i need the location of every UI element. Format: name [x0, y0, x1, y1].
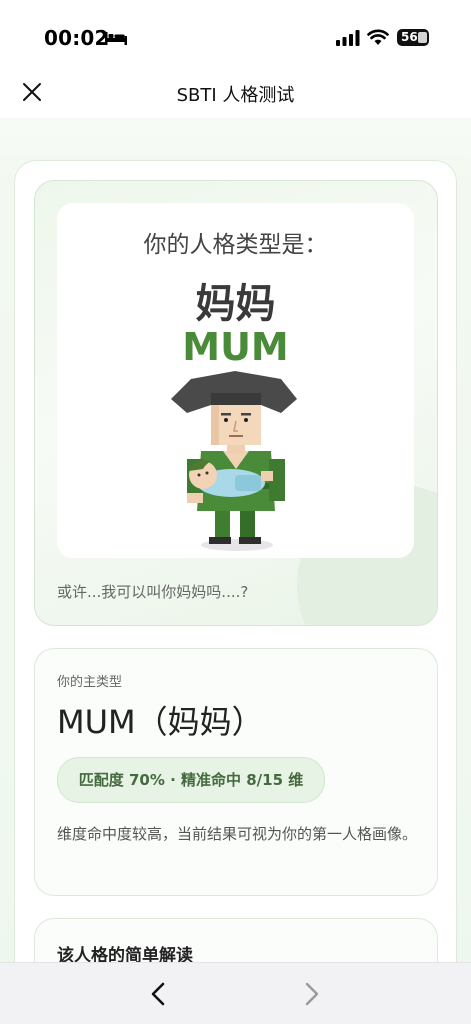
result-card: 你的人格类型是： 妈妈 MUM 或许...我可以叫你妈妈吗....?	[34, 180, 438, 626]
result-panel: 你的人格类型是： 妈妈 MUM	[57, 203, 414, 558]
main-type-description: 维度命中度较高，当前结果可视为你的第一人格画像。	[57, 825, 418, 843]
battery-icon: 56	[397, 29, 429, 46]
personality-type-en: MUM	[182, 325, 289, 369]
cellular-signal-icon	[336, 30, 360, 46]
result-label: 你的人格类型是：	[143, 232, 328, 258]
match-badge: 匹配度 70% · 精准命中 8/15 维	[57, 757, 325, 803]
wifi-icon	[367, 29, 389, 45]
main-type-label: 你的主类型	[57, 675, 123, 690]
status-bar: 00:02 56	[0, 0, 471, 64]
battery-level: 56	[401, 30, 418, 44]
mum-character-illustration	[171, 371, 297, 551]
bottom-toolbar	[0, 962, 471, 1024]
chevron-left-icon[interactable]	[146, 981, 170, 1007]
nav-bar: SBTI 人格测试	[0, 64, 471, 118]
bed-icon	[105, 32, 127, 45]
status-time: 00:02	[44, 26, 109, 50]
page: 00:02 56 SBTI 人格测试 你的人格类型是： 妈妈 MUM 或许...…	[0, 0, 471, 1024]
result-caption: 或许...我可以叫你妈妈吗....?	[57, 583, 249, 601]
personality-type-cn: 妈妈	[195, 281, 276, 327]
main-type-card: 你的主类型 MUM（妈妈） 匹配度 70% · 精准命中 8/15 维 维度命中…	[34, 648, 438, 896]
chevron-right-icon[interactable]	[300, 981, 324, 1007]
page-title: SBTI 人格测试	[176, 85, 295, 106]
main-type-value: MUM（妈妈）	[57, 703, 264, 741]
